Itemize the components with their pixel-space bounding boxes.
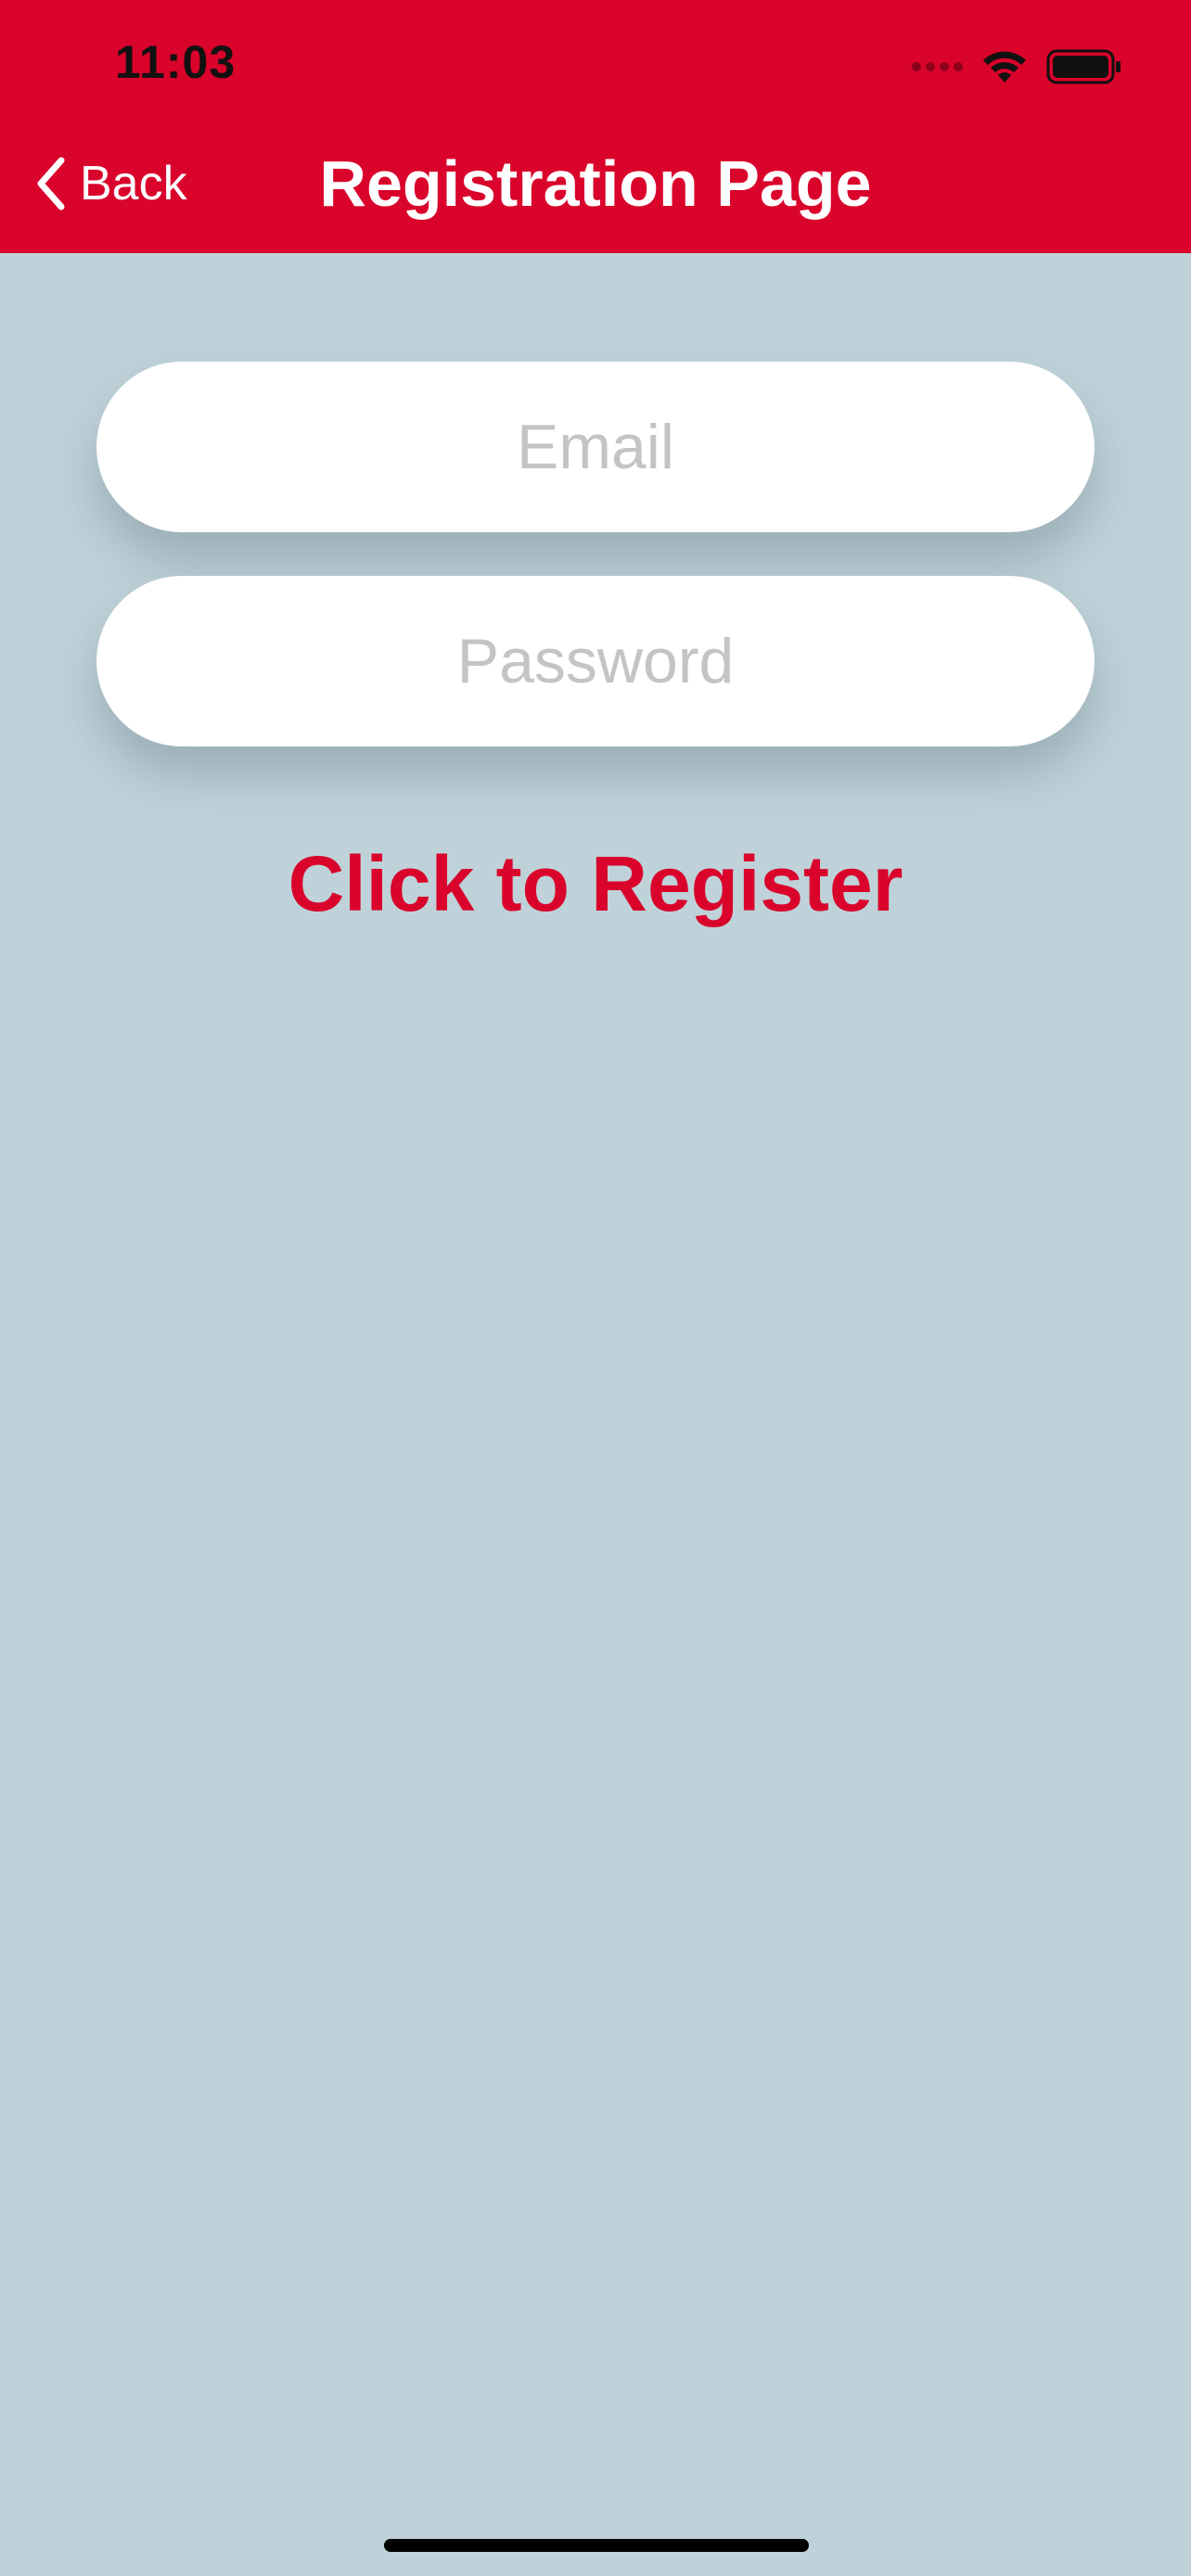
email-input[interactable] — [96, 410, 1095, 484]
page-title: Registration Page — [319, 147, 872, 220]
password-field-container — [96, 576, 1095, 746]
status-time: 11:03 — [115, 36, 237, 88]
cellular-dots-icon — [912, 62, 963, 71]
register-button[interactable]: Click to Register — [0, 839, 1191, 929]
battery-icon — [1046, 49, 1121, 84]
email-field-container — [96, 362, 1095, 532]
password-input[interactable] — [96, 624, 1095, 698]
navigation-header: 11:03 Back Registration Page — [0, 0, 1191, 253]
status-icons — [912, 43, 1122, 91]
wifi-icon — [983, 51, 1026, 83]
home-indicator — [384, 2539, 809, 2552]
